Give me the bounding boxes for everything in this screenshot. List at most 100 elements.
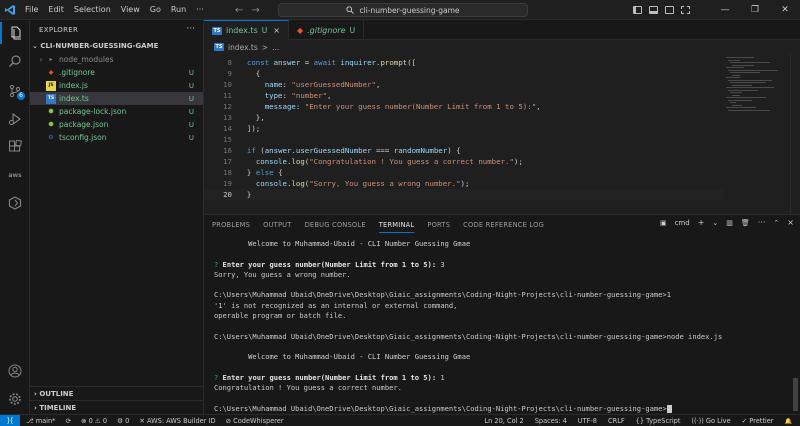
minimap-line [726,97,766,98]
code-line[interactable]: 10 name: "userGuessedNumber", [204,79,724,90]
new-terminal-button[interactable]: + [698,218,705,227]
sync-icon[interactable]: ⟳ [65,417,71,425]
maximize-panel-icon[interactable]: ⌃ [773,219,779,227]
cursor-position[interactable]: Ln 20, Col 2 [484,417,523,425]
code-line[interactable]: 16 if (answer.userGuessedNumber === rand… [204,145,724,156]
code-line[interactable]: 8 const answer = await inquirer.prompt([ [204,57,724,68]
git-branch[interactable]: ⎇ main* [26,417,55,425]
minimap-line [726,77,740,78]
source-control-icon[interactable]: 6 [0,80,30,102]
close-window-icon[interactable]: ✕ [770,0,800,20]
aws-toolkit-icon[interactable]: aws [0,164,30,186]
code-line[interactable]: 14 ]); [204,123,724,134]
tab-terminal[interactable]: TERMINAL [378,221,415,233]
minimize-icon[interactable]: — [710,0,740,20]
outline-section[interactable]: › OUTLINE [30,386,204,400]
editor-tabs: TS index.ts U × ◆ .gitignore U [204,20,800,40]
aws-connection[interactable]: ✕ AWS: AWS Builder ID [139,417,215,425]
tree-item-index-js[interactable]: JS index.js U [30,79,203,92]
prettier-status[interactable]: ✓ Prettier [742,417,774,425]
account-icon[interactable] [0,360,30,382]
tab-index-ts[interactable]: TS index.ts U × [204,20,289,40]
command-center-search[interactable]: cli-number-guessing-game [278,3,528,17]
panel-more-actions[interactable]: ··· [758,218,766,227]
code-editor[interactable]: 8 const answer = await inquirer.prompt([… [204,54,800,214]
code-line[interactable]: 12 message: "Enter your guess number(Num… [204,101,724,112]
notifications-bell-icon[interactable]: 🔔 [785,418,792,425]
code-line[interactable]: 15 [204,134,724,145]
timeline-section[interactable]: › TIMELINE [30,400,204,414]
git-status-badge: U [188,120,194,129]
split-terminal-icon[interactable]: ▥ [726,219,733,227]
code-line[interactable]: 9 { [204,68,724,79]
terminal-output[interactable]: Welcome to Muhammad-Ubaid - CLI Number G… [214,239,784,414]
problems-count[interactable]: ⊗ 0 ⚠ 0 [81,417,107,425]
minimap-line [728,109,770,111]
chevron-down-icon[interactable]: ⌄ [712,219,718,227]
remote-indicator-icon[interactable]: ⟩⟨ [0,414,20,426]
back-arrow-icon[interactable]: ← [235,5,243,16]
breadcrumb-file[interactable]: index.ts [228,43,258,52]
breadcrumb-symbol[interactable]: ... [272,43,279,52]
line-number: 13 [223,113,232,122]
forward-arrow-icon[interactable]: → [251,5,259,16]
tab-debug-console[interactable]: DEBUG CONSOLE [305,221,366,229]
explorer-more-actions[interactable]: ··· [186,24,195,34]
encoding[interactable]: UTF-8 [578,417,597,425]
line-number: 20 [223,190,232,199]
extensions-icon[interactable] [0,136,30,158]
code-text: console.log("Sorry, You guess a wrong nu… [255,179,470,188]
tab-code-reference-log[interactable]: CODE REFERENCE LOG [463,221,544,229]
workspace-folder[interactable]: ⌄ CLI-NUMBER-GUESSING-GAME [30,40,203,53]
run-debug-icon[interactable] [0,108,30,130]
tab-ports[interactable]: PORTS [427,221,450,229]
settings-gear-icon[interactable] [0,388,30,410]
restore-icon[interactable]: ❐ [740,0,770,20]
editor-scrollbar[interactable] [790,54,800,214]
tree-item-index-ts[interactable]: TS index.ts U [30,92,203,105]
ports-count[interactable]: ⚙ 0 [117,417,129,425]
code-line[interactable]: 11 type: "number", [204,90,724,101]
menu-view[interactable]: View [116,0,145,20]
tree-item-node-modules[interactable]: › ▸ node_modules [30,53,203,66]
terminal-line: C:\Users\Muhammad Ubaid\OneDrive\Desktop… [214,404,784,414]
search-icon[interactable] [0,50,30,72]
menu-file[interactable]: File [20,0,43,20]
menu-go[interactable]: Go [145,0,166,20]
close-panel-button[interactable]: × [787,218,794,227]
tab-output[interactable]: OUTPUT [263,221,291,229]
customize-layout-icon[interactable] [681,6,690,14]
toggle-primary-sidebar-icon[interactable] [633,6,642,14]
tree-item-package-lock-json[interactable]: ⬢ package-lock.json U [30,105,203,118]
code-line[interactable]: 19 console.log("Sorry, You guess a wrong… [204,178,724,189]
explorer-icon[interactable] [0,22,30,44]
minimap[interactable] [726,54,786,134]
minimap-line [730,82,766,83]
code-line[interactable]: 20 } [204,189,724,200]
menu-more[interactable]: ··· [191,0,209,20]
language-mode[interactable]: {} TypeScript [636,417,681,425]
menu-selection[interactable]: Selection [69,0,116,20]
tab-gitignore[interactable]: ◆ .gitignore U [289,20,365,40]
codewhisperer-status[interactable]: ⊘ CodeWhisperer [226,417,284,425]
indentation[interactable]: Spaces: 4 [535,417,567,425]
tree-item-tsconfig-json[interactable]: ⚙ tsconfig.json U [30,131,203,144]
code-line[interactable]: 17 console.log("Congratulation ! You gue… [204,156,724,167]
toggle-panel-icon[interactable] [649,6,658,14]
tree-item-package-json[interactable]: ⬢ package.json U [30,118,203,131]
end-of-line[interactable]: CRLF [608,417,625,425]
tree-item-gitignore[interactable]: ◆ .gitignore U [30,66,203,79]
menu-edit[interactable]: Edit [43,0,69,20]
code-line[interactable]: 18 } else { [204,167,724,178]
go-live-button[interactable]: ((·)) Go Live [691,417,730,425]
close-tab-icon[interactable]: × [273,26,280,35]
code-line[interactable]: 13 }, [204,112,724,123]
terminal-scrollbar[interactable] [793,378,798,411]
kill-terminal-icon[interactable]: 🗑 [741,219,750,227]
toggle-secondary-sidebar-icon[interactable] [665,6,674,14]
terminal-shell-label[interactable]: cmd [675,219,690,227]
tab-problems[interactable]: PROBLEMS [212,221,250,229]
codewhisperer-icon[interactable] [0,192,30,214]
typescript-file-icon: TS [212,26,222,35]
menu-run[interactable]: Run [166,0,191,20]
